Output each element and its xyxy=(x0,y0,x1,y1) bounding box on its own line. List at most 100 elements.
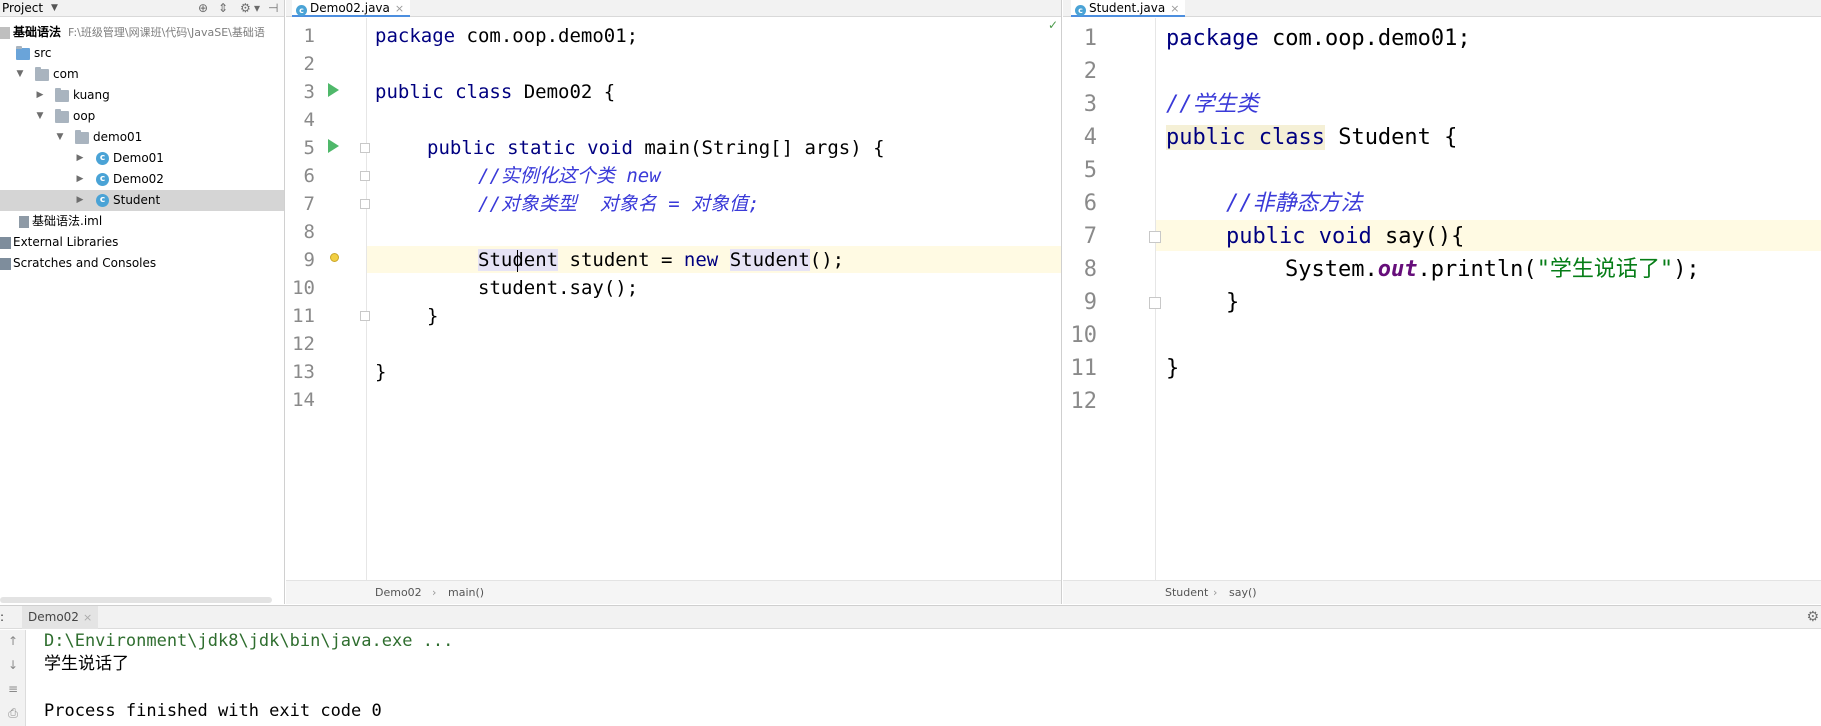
editor-pane-demo02: c Demo02.java × 1 2 3 4 5 6 7 8 9 10 11 12… xyxy=(286,0,1062,604)
code-line-1[interactable]: package com.oop.demo01; xyxy=(375,22,638,50)
code-token: ); xyxy=(1673,257,1700,282)
tree-item-demo02-class[interactable]: ▶ c Demo02 xyxy=(0,169,284,190)
project-header: Project ▼ ⊕ ⇕ ⚙ ▾ ⊣ xyxy=(0,0,284,17)
run-tab-demo02[interactable]: Demo02 × xyxy=(22,606,99,629)
tab-label: Student.java xyxy=(1089,1,1166,15)
editor-tab-bar: c Demo02.java × xyxy=(286,0,1061,17)
chevron-down-icon[interactable]: ▼ xyxy=(54,127,66,148)
tree-item-demo01-class[interactable]: ▶ c Demo01 xyxy=(0,148,284,169)
code-line-1[interactable]: package com.oop.demo01; xyxy=(1166,22,1471,55)
run-tab-label: Demo02 xyxy=(28,610,79,624)
line-number: 13 xyxy=(292,361,315,383)
tree-item-label: 基础语法.iml xyxy=(32,214,103,228)
breadcrumb-item[interactable]: say() xyxy=(1229,581,1257,604)
close-icon[interactable]: × xyxy=(83,611,92,624)
tree-item-iml[interactable]: 基础语法.iml xyxy=(0,211,284,232)
code-line-11[interactable]: } xyxy=(427,302,438,330)
console-line[interactable]: 学生说话了 xyxy=(44,653,129,675)
run-gutter-icon[interactable] xyxy=(328,83,339,97)
code-line-11[interactable]: } xyxy=(1166,352,1179,385)
tree-item-oop[interactable]: ▼ oop xyxy=(0,106,284,127)
code-line-7[interactable]: public void say(){ xyxy=(1226,220,1464,253)
code-line-10[interactable]: student.say(); xyxy=(478,274,638,302)
tree-item-label: src xyxy=(34,46,52,60)
package-icon xyxy=(75,130,89,144)
chevron-right-icon[interactable]: ▶ xyxy=(74,148,86,169)
line-number: 8 xyxy=(303,221,315,243)
line-number: 5 xyxy=(1083,158,1097,183)
tree-item-external-libraries[interactable]: External Libraries xyxy=(0,232,284,253)
code-token: com.oop.demo01; xyxy=(1258,26,1471,51)
tab-demo02-java[interactable]: c Demo02.java × xyxy=(292,0,411,17)
fold-icon[interactable] xyxy=(1149,297,1161,309)
text-cursor xyxy=(517,250,518,272)
horizontal-scrollbar[interactable] xyxy=(0,597,272,603)
code-token: package xyxy=(375,25,456,47)
code-token: public class xyxy=(375,81,513,103)
close-icon[interactable]: × xyxy=(395,2,404,15)
print-icon[interactable]: ⎙ xyxy=(6,706,20,720)
project-view-selector[interactable]: Project xyxy=(2,0,43,16)
hide-panel-icon[interactable]: ⊣ xyxy=(268,1,278,15)
code-line-5[interactable]: public static void main(String[] args) { xyxy=(427,134,885,162)
line-number: 10 xyxy=(1070,323,1098,348)
fold-icon[interactable] xyxy=(360,311,370,321)
tree-item-scratches[interactable]: Scratches and Consoles xyxy=(0,253,284,274)
chevron-down-icon[interactable]: ▼ xyxy=(14,64,26,85)
breadcrumb-item[interactable]: Demo02 xyxy=(375,581,422,604)
gear-icon[interactable]: ⚙ xyxy=(240,1,251,15)
breadcrumb-item[interactable]: main() xyxy=(448,581,484,604)
run-console: ↑ ↓ ≡ ⎙ D:\Environment\jdk8\jdk\bin\java… xyxy=(0,630,1821,726)
code-token: Student xyxy=(478,249,559,271)
console-line[interactable]: D:\Environment\jdk8\jdk\bin\java.exe ... xyxy=(44,630,453,652)
code-token: Demo02 { xyxy=(512,81,616,103)
tab-student-java[interactable]: c Student.java × xyxy=(1071,0,1186,17)
soft-wrap-icon[interactable]: ≡ xyxy=(6,682,20,696)
gear-icon[interactable]: ⚙ xyxy=(1806,606,1819,628)
code-line-6[interactable]: //非静态方法 xyxy=(1226,187,1363,220)
code-line-4[interactable]: public class Student { xyxy=(1166,121,1457,154)
line-number: 1 xyxy=(1083,26,1097,51)
code-line-6[interactable]: //实例化这个类 new xyxy=(478,162,661,190)
tree-item-src[interactable]: src xyxy=(0,43,284,64)
chevron-down-icon[interactable]: ▼ xyxy=(34,106,46,127)
line-number: 7 xyxy=(303,193,315,215)
code-line-7[interactable]: //对象类型 对象名 = 对象值; xyxy=(478,190,760,218)
chevron-right-icon[interactable]: ▶ xyxy=(74,190,86,211)
fold-icon[interactable] xyxy=(360,171,370,181)
chevron-right-icon[interactable]: ▶ xyxy=(74,169,86,190)
tree-item-label: Demo02 xyxy=(113,172,164,186)
collapse-all-icon[interactable]: ⇕ xyxy=(218,1,228,15)
locate-icon[interactable]: ⊕ xyxy=(198,1,208,15)
fold-icon[interactable] xyxy=(360,199,370,209)
run-tool-window-header: : Demo02 × ⚙ xyxy=(0,605,1821,629)
inspection-ok-icon[interactable]: ✓ xyxy=(1048,18,1058,32)
chevron-down-icon[interactable]: ▾ xyxy=(254,1,260,15)
code-line-9[interactable]: Student student = new Student(); xyxy=(478,246,844,274)
tree-item-student-class[interactable]: ▶ c Student xyxy=(0,190,284,211)
breadcrumb-item[interactable]: Student xyxy=(1165,581,1208,604)
tree-item-com[interactable]: ▼ com xyxy=(0,64,284,85)
tree-item-root[interactable]: 基础语法 F:\班级管理\网课班\代码\JavaSE\基础语 xyxy=(0,22,284,43)
code-token: public void xyxy=(1226,224,1372,249)
intention-bulb-icon[interactable] xyxy=(330,253,339,262)
fold-icon[interactable] xyxy=(1149,231,1161,243)
code-line-3[interactable]: public class Demo02 { xyxy=(375,78,615,106)
tree-item-demo01[interactable]: ▼ demo01 xyxy=(0,127,284,148)
arrow-up-icon[interactable]: ↑ xyxy=(6,634,20,648)
chevron-right-icon[interactable]: ▶ xyxy=(34,85,46,106)
code-token: .println( xyxy=(1417,257,1537,282)
chevron-down-icon[interactable]: ▼ xyxy=(51,0,58,16)
run-gutter-icon[interactable] xyxy=(328,139,339,153)
close-icon[interactable]: × xyxy=(1170,2,1179,15)
tree-item-label: Demo01 xyxy=(113,151,164,165)
tree-item-kuang[interactable]: ▶ kuang xyxy=(0,85,284,106)
fold-icon[interactable] xyxy=(360,143,370,153)
code-line-13[interactable]: } xyxy=(375,358,386,386)
console-line[interactable]: Process finished with exit code 0 xyxy=(44,700,382,722)
code-line-9[interactable]: } xyxy=(1226,286,1239,319)
code-line-8[interactable]: System.out.println("学生说话了"); xyxy=(1285,253,1700,286)
line-number: 9 xyxy=(303,249,315,271)
code-line-3[interactable]: //学生类 xyxy=(1166,88,1259,121)
arrow-down-icon[interactable]: ↓ xyxy=(6,658,20,672)
